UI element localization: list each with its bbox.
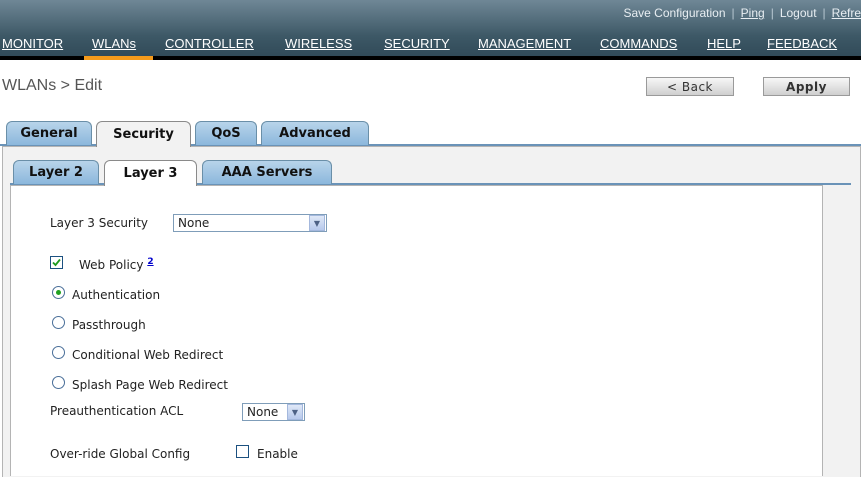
nav-commands[interactable]: COMMANDS (600, 36, 677, 51)
radio-selected-dot (56, 290, 61, 295)
tab-aaa-servers[interactable]: AAA Servers (202, 160, 332, 184)
layer3-security-value: None (178, 216, 210, 230)
chevron-down-icon: ▼ (287, 404, 303, 420)
refresh-link[interactable]: Refre (832, 6, 861, 20)
radio-splash-page-web-redirect[interactable] (52, 376, 65, 389)
preauth-acl-label: Preauthentication ACL (50, 404, 184, 418)
tab-general[interactable]: General (6, 121, 92, 145)
tab-layer2[interactable]: Layer 2 (13, 160, 99, 184)
tab-advanced[interactable]: Advanced (261, 121, 369, 145)
override-enable-label: Enable (257, 447, 298, 461)
nav-controller[interactable]: CONTROLLER (165, 36, 254, 51)
splash-page-web-redirect-label: Splash Page Web Redirect (72, 378, 228, 392)
web-policy-label: Web Policy 2 (79, 257, 154, 272)
tab-layer3[interactable]: Layer 3 (104, 160, 197, 186)
nav-monitor[interactable]: MONITOR (2, 36, 63, 51)
override-enable-checkbox[interactable] (236, 445, 249, 458)
nav-management[interactable]: MANAGEMENT (478, 36, 571, 51)
layer3-security-label: Layer 3 Security (50, 216, 148, 230)
save-configuration-link[interactable]: Save Configuration (623, 6, 725, 20)
nav-security[interactable]: SECURITY (384, 36, 450, 51)
logout-link[interactable]: Logout (780, 6, 817, 20)
checkmark-icon (52, 258, 61, 267)
web-policy-text: Web Policy (79, 258, 144, 272)
ping-link[interactable]: Ping (741, 6, 765, 20)
apply-button[interactable]: Apply (763, 77, 850, 96)
active-nav-indicator (84, 56, 153, 60)
conditional-web-redirect-label: Conditional Web Redirect (72, 348, 224, 362)
preauth-acl-value: None (247, 405, 279, 419)
page-title: WLANs > Edit (2, 77, 103, 94)
tab-qos[interactable]: QoS (195, 121, 257, 145)
top-navigation-bar: Save Configuration | Ping | Logout | Ref… (0, 0, 861, 60)
footnote-link[interactable]: 2 (147, 257, 153, 267)
back-button[interactable]: < Back (646, 77, 734, 96)
separator: | (822, 6, 826, 20)
separator: | (731, 6, 735, 20)
separator: | (770, 6, 774, 20)
radio-authentication[interactable] (52, 286, 65, 299)
override-global-config-label: Over-ride Global Config (50, 447, 191, 461)
radio-passthrough[interactable] (52, 316, 65, 329)
utility-links: Save Configuration | Ping | Logout | Ref… (623, 6, 861, 20)
nav-feedback[interactable]: FEEDBACK (767, 36, 837, 51)
nav-help[interactable]: HELP (707, 36, 741, 51)
tab-security[interactable]: Security (96, 121, 191, 147)
preauth-acl-select[interactable]: None ▼ (242, 403, 305, 421)
web-policy-checkbox[interactable] (50, 256, 63, 269)
nav-wireless[interactable]: WIRELESS (285, 36, 352, 51)
passthrough-label: Passthrough (72, 318, 146, 332)
radio-conditional-web-redirect[interactable] (52, 346, 65, 359)
authentication-label: Authentication (72, 288, 161, 302)
chevron-down-icon: ▼ (309, 215, 325, 231)
nav-wlans[interactable]: WLANs (92, 36, 136, 51)
main-menu: MONITOR WLANs CONTROLLER WIRELESS SECURI… (0, 36, 861, 56)
layer3-security-select[interactable]: None ▼ (173, 214, 327, 232)
